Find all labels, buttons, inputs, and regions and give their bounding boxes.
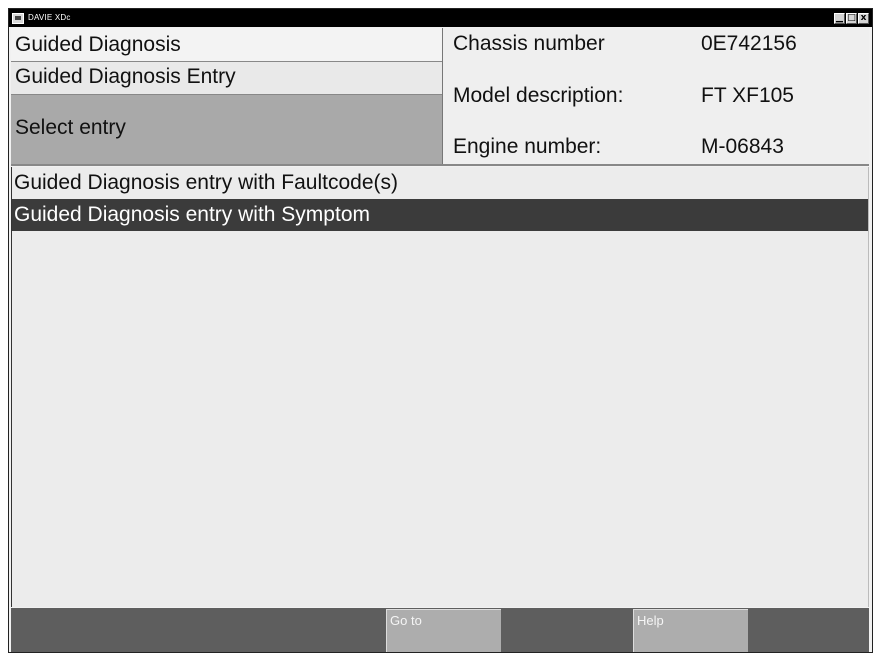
header: Guided Diagnosis Guided Diagnosis Entry … bbox=[11, 28, 869, 164]
goto-button[interactable]: Go to bbox=[386, 609, 501, 652]
model-value: FT XF105 bbox=[701, 84, 794, 107]
instruction-text: Select entry bbox=[11, 95, 442, 164]
list-item-faultcode[interactable]: Guided Diagnosis entry with Faultcode(s) bbox=[12, 167, 868, 199]
app-window: DAVIE XDc ▁ □ x Guided Diagnosis Guided … bbox=[8, 8, 873, 653]
app-icon bbox=[12, 12, 24, 24]
close-button[interactable]: x bbox=[858, 12, 869, 24]
chassis-label: Chassis number bbox=[453, 32, 605, 55]
list-item-symptom[interactable]: Guided Diagnosis entry with Symptom bbox=[12, 199, 868, 231]
help-button[interactable]: Help bbox=[633, 609, 748, 652]
maximize-button[interactable]: □ bbox=[846, 12, 857, 24]
model-label: Model description: bbox=[453, 84, 624, 107]
breadcrumb-title: Guided Diagnosis bbox=[11, 28, 442, 62]
entry-list: Guided Diagnosis entry with Faultcode(s)… bbox=[11, 167, 869, 607]
engine-label: Engine number: bbox=[453, 135, 602, 158]
window-controls: ▁ □ x bbox=[834, 12, 869, 24]
chassis-value: 0E742156 bbox=[701, 32, 797, 55]
engine-value: M-06843 bbox=[701, 135, 784, 158]
window-title: DAVIE XDc bbox=[28, 13, 71, 22]
title-bar[interactable]: DAVIE XDc ▁ □ x bbox=[9, 9, 872, 27]
breadcrumb-subtitle: Guided Diagnosis Entry bbox=[11, 62, 442, 95]
function-button-bar: Go to Help bbox=[11, 608, 869, 652]
vehicle-info-panel: Chassis number 0E742156 Model descriptio… bbox=[443, 28, 869, 164]
header-divider bbox=[11, 164, 869, 166]
breadcrumb-panel: Guided Diagnosis Guided Diagnosis Entry … bbox=[11, 28, 443, 164]
minimize-button[interactable]: ▁ bbox=[834, 12, 845, 24]
